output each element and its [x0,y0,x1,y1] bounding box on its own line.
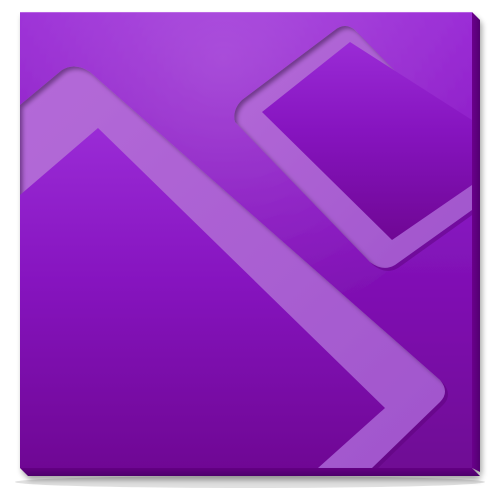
block-right-edge [472,12,480,472]
ground-shadow [15,476,485,488]
purple-tile-app-icon [15,12,485,488]
icon-stage [0,0,500,500]
block-bottom-edge [20,468,480,476]
